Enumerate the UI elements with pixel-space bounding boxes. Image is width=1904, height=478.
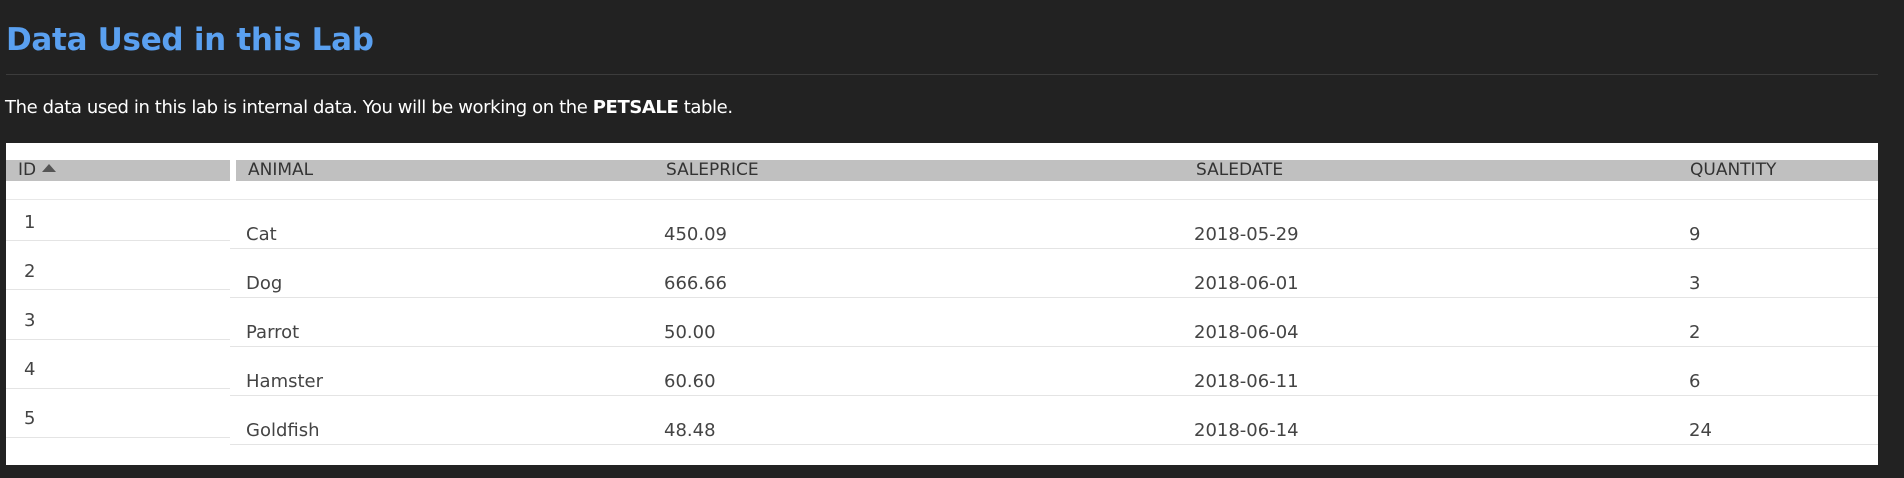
page: Data Used in this Lab The data used in t… xyxy=(0,0,1904,478)
cell-saleprice: 50.00 xyxy=(664,322,716,343)
cell-quantity: 9 xyxy=(1689,224,1701,245)
table-row: 3 Parrot 50.00 2018-06-04 2 xyxy=(6,298,1878,347)
cell-divider xyxy=(6,289,230,290)
cell-divider xyxy=(6,240,230,241)
column-header-label: ID xyxy=(18,160,37,180)
cell-saledate: 2018-06-01 xyxy=(1194,273,1299,294)
table-row: 2 Dog 666.66 2018-06-01 3 xyxy=(6,249,1878,298)
table-name: PETSALE xyxy=(592,97,679,118)
cell-animal: Hamster xyxy=(246,371,324,392)
cell-quantity: 6 xyxy=(1689,371,1701,392)
row-divider xyxy=(230,444,1878,445)
cell-id: 3 xyxy=(24,310,36,331)
cell-saledate: 2018-05-29 xyxy=(1194,224,1299,245)
cell-saleprice: 48.48 xyxy=(664,420,716,441)
petsale-table: ID ANIMAL SALEPRICE SALEDATE QUANTITY 1 … xyxy=(6,143,1878,465)
cell-animal: Goldfish xyxy=(246,420,320,441)
column-header-quantity[interactable]: QUANTITY xyxy=(1678,160,1878,181)
column-header-id[interactable]: ID xyxy=(6,160,230,181)
column-header-label: ANIMAL xyxy=(248,160,314,180)
column-header-saleprice[interactable]: SALEPRICE xyxy=(654,160,1184,181)
table-row: 5 Goldfish 48.48 2018-06-14 24 xyxy=(6,396,1878,445)
cell-saledate: 2018-06-14 xyxy=(1194,420,1299,441)
cell-divider xyxy=(6,339,230,340)
cell-quantity: 24 xyxy=(1689,420,1712,441)
table-row: 4 Hamster 60.60 2018-06-11 6 xyxy=(6,347,1878,396)
cell-divider xyxy=(6,437,230,438)
cell-id: 2 xyxy=(24,261,36,282)
intro-text-end: table. xyxy=(678,97,733,118)
cell-animal: Cat xyxy=(246,224,277,245)
cell-saledate: 2018-06-11 xyxy=(1194,371,1299,392)
column-header-label: SALEDATE xyxy=(1196,160,1284,180)
cell-quantity: 2 xyxy=(1689,322,1701,343)
intro-text-start: The data used in this lab is internal da… xyxy=(5,97,593,118)
cell-id: 5 xyxy=(24,408,36,429)
column-header-label: QUANTITY xyxy=(1690,160,1777,180)
heading-divider xyxy=(6,74,1878,75)
column-header-animal[interactable]: ANIMAL xyxy=(236,160,654,181)
cell-saleprice: 60.60 xyxy=(664,371,716,392)
cell-saleprice: 450.09 xyxy=(664,224,727,245)
column-header-label: SALEPRICE xyxy=(666,160,759,180)
cell-divider xyxy=(6,388,230,389)
table-row: 1 Cat 450.09 2018-05-29 9 xyxy=(6,200,1878,249)
cell-id: 4 xyxy=(24,359,36,380)
cell-id: 1 xyxy=(24,212,36,233)
sort-ascending-icon[interactable] xyxy=(42,164,57,172)
cell-saledate: 2018-06-04 xyxy=(1194,322,1299,343)
column-header-saledate[interactable]: SALEDATE xyxy=(1184,160,1678,181)
page-title: Data Used in this Lab xyxy=(6,22,374,58)
cell-quantity: 3 xyxy=(1689,273,1701,294)
cell-saleprice: 666.66 xyxy=(664,273,727,294)
intro-text: The data used in this lab is internal da… xyxy=(5,97,733,118)
cell-animal: Dog xyxy=(246,273,283,294)
cell-animal: Parrot xyxy=(246,322,300,343)
